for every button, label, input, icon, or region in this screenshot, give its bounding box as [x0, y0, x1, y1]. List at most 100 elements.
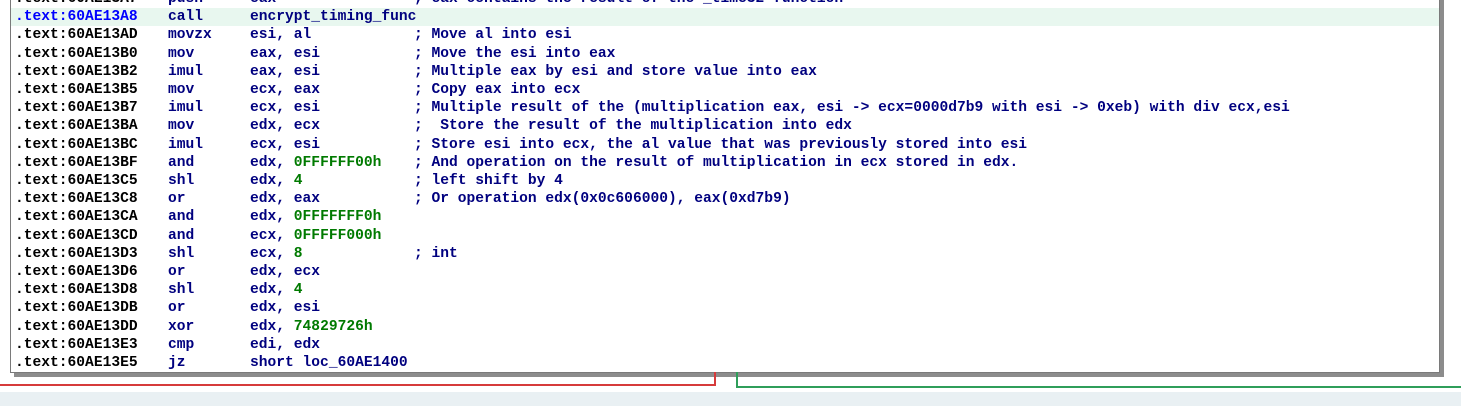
instruction-address[interactable]: .text:60AE13C8 — [15, 190, 138, 208]
instruction-mnemonic[interactable]: and — [168, 208, 194, 226]
instruction-address[interactable]: .text:60AE13BF — [15, 154, 138, 172]
instruction-operands[interactable]: edx, ecx — [250, 117, 320, 135]
operand-registers[interactable]: ecx, esi — [250, 137, 320, 153]
instruction-mnemonic[interactable]: xor — [168, 318, 194, 336]
operand-registers[interactable]: ecx, — [250, 228, 294, 244]
operand-registers[interactable]: edx, eax — [250, 191, 320, 207]
instruction-address[interactable]: .text:60AE13CA — [15, 208, 138, 226]
operand-registers[interactable]: edx, esi — [250, 300, 320, 316]
disassembly-block[interactable]: .text:60AE13A7 push eax ; eax contains the … — [10, 0, 1440, 373]
instruction-address[interactable]: .text:60AE13B0 — [15, 45, 138, 63]
operand-registers[interactable]: short loc_60AE1400 — [250, 355, 408, 371]
instruction-operands[interactable]: encrypt_timing_func — [250, 8, 416, 26]
operand-registers[interactable]: edx, ecx — [250, 118, 320, 134]
instruction-address[interactable]: .text:60AE13B5 — [15, 81, 138, 99]
instruction-operands[interactable]: edx, ecx — [250, 263, 320, 281]
instruction-operands[interactable]: edi, edx — [250, 336, 320, 354]
instruction-operands[interactable]: edx, 4 — [250, 281, 303, 299]
instruction-mnemonic[interactable]: push — [168, 0, 203, 8]
instruction-address[interactable]: .text:60AE13E5 — [15, 354, 138, 372]
immediate-value[interactable]: 4 — [294, 173, 303, 189]
instruction-row[interactable]: .text:60AE13E5 jz short loc_60AE1400 — [11, 354, 1439, 372]
instruction-address[interactable]: .text:60AE13A7 — [15, 0, 138, 8]
instruction-operands[interactable]: eax, esi — [250, 45, 320, 63]
instruction-row[interactable]: .text:60AE13AD movzx esi, al ; Move al into… — [11, 26, 1439, 44]
instruction-row[interactable]: .text:60AE13DB or edx, esi — [11, 299, 1439, 317]
instruction-mnemonic[interactable]: call — [168, 8, 203, 26]
instruction-address[interactable]: .text:60AE13AD — [15, 26, 138, 44]
instruction-address[interactable]: .text:60AE13BA — [15, 117, 138, 135]
instruction-operands[interactable]: edx, 0FFFFFFF0h — [250, 208, 381, 226]
immediate-value[interactable]: 0FFFFF000h — [294, 228, 382, 244]
immediate-value[interactable]: 4 — [294, 282, 303, 298]
instruction-mnemonic[interactable]: imul — [168, 63, 203, 81]
instruction-mnemonic[interactable]: shl — [168, 172, 194, 190]
instruction-address[interactable]: .text:60AE13E3 — [15, 336, 138, 354]
instruction-address[interactable]: .text:60AE13D8 — [15, 281, 138, 299]
instruction-mnemonic[interactable]: or — [168, 190, 186, 208]
immediate-value[interactable]: 8 — [294, 246, 303, 262]
instruction-operands[interactable]: edx, eax — [250, 190, 320, 208]
instruction-mnemonic[interactable]: imul — [168, 136, 203, 154]
instruction-row[interactable]: .text:60AE13B0 mov eax, esi ; Move the esi … — [11, 45, 1439, 63]
operand-registers[interactable]: ecx, — [250, 246, 294, 262]
instruction-row[interactable]: .text:60AE13A7 push eax ; eax contains the … — [11, 0, 1439, 8]
instruction-operands[interactable]: edx, esi — [250, 299, 320, 317]
operand-registers[interactable]: eax, esi — [250, 46, 320, 62]
instruction-row[interactable]: .text:60AE13D3 shl ecx, 8 ; int — [11, 245, 1439, 263]
instruction-address[interactable]: .text:60AE13DD — [15, 318, 138, 336]
instruction-address[interactable]: .text:60AE13D6 — [15, 263, 138, 281]
instruction-row[interactable]: .text:60AE13CA and edx, 0FFFFFFF0h — [11, 208, 1439, 226]
instruction-address[interactable]: .text:60AE13C5 — [15, 172, 138, 190]
instruction-row[interactable]: .text:60AE13CD and ecx, 0FFFFF000h — [11, 227, 1439, 245]
instruction-mnemonic[interactable]: jz — [168, 354, 186, 372]
operand-registers[interactable]: edx, — [250, 173, 294, 189]
instruction-mnemonic[interactable]: movzx — [168, 26, 212, 44]
operand-registers[interactable]: edx, — [250, 319, 294, 335]
immediate-value[interactable]: 0FFFFFF00h — [294, 155, 382, 171]
operand-registers[interactable]: eax — [250, 0, 276, 7]
instruction-operands[interactable]: esi, al — [250, 26, 311, 44]
instruction-address[interactable]: .text:60AE13B2 — [15, 63, 138, 81]
operand-registers[interactable]: edx, — [250, 209, 294, 225]
instruction-row[interactable]: .text:60AE13C5 shl edx, 4 ; left shift by 4 — [11, 172, 1439, 190]
operand-registers[interactable]: eax, esi — [250, 64, 320, 80]
instruction-operands[interactable]: edx, 74829726h — [250, 318, 373, 336]
instruction-row[interactable]: .text:60AE13D8 shl edx, 4 — [11, 281, 1439, 299]
instruction-row[interactable]: .text:60AE13B7 imul ecx, esi ; Multiple res… — [11, 99, 1439, 117]
instruction-mnemonic[interactable]: or — [168, 299, 186, 317]
instruction-operands[interactable]: edx, 0FFFFFF00h — [250, 154, 381, 172]
instruction-operands[interactable]: ecx, eax — [250, 81, 320, 99]
instruction-address[interactable]: .text:60AE13CD — [15, 227, 138, 245]
instruction-operands[interactable]: short loc_60AE1400 — [250, 354, 408, 372]
instruction-operands[interactable]: edx, 4 — [250, 172, 303, 190]
instruction-row[interactable]: .text:60AE13E3 cmp edi, edx — [11, 336, 1439, 354]
instruction-mnemonic[interactable]: mov — [168, 81, 194, 99]
instruction-operands[interactable]: ecx, 0FFFFF000h — [250, 227, 381, 245]
instruction-address[interactable]: .text:60AE13DB — [15, 299, 138, 317]
instruction-row[interactable]: .text:60AE13BA mov edx, ecx ; Store the res… — [11, 117, 1439, 135]
instruction-row[interactable]: .text:60AE13BF and edx, 0FFFFFF00h ; And op… — [11, 154, 1439, 172]
instruction-mnemonic[interactable]: mov — [168, 45, 194, 63]
instruction-mnemonic[interactable]: and — [168, 154, 194, 172]
instruction-operands[interactable]: ecx, esi — [250, 99, 320, 117]
instruction-row[interactable]: .text:60AE13BC imul ecx, esi ; Store esi in… — [11, 136, 1439, 154]
instruction-operands[interactable]: eax — [250, 0, 276, 8]
immediate-value[interactable]: 0FFFFFFF0h — [294, 209, 382, 225]
instruction-row[interactable]: .text:60AE13B2 imul eax, esi ; Multiple eax… — [11, 63, 1439, 81]
instruction-operands[interactable]: eax, esi — [250, 63, 320, 81]
instruction-mnemonic[interactable]: mov — [168, 117, 194, 135]
instruction-mnemonic[interactable]: shl — [168, 245, 194, 263]
immediate-value[interactable]: 74829726h — [294, 319, 373, 335]
instruction-address[interactable]: .text:60AE13D3 — [15, 245, 138, 263]
instruction-row[interactable]: .text:60AE13D6 or edx, ecx — [11, 263, 1439, 281]
operand-registers[interactable]: esi, al — [250, 27, 311, 43]
instruction-mnemonic[interactable]: cmp — [168, 336, 194, 354]
instruction-address[interactable]: .text:60AE13B7 — [15, 99, 138, 117]
operand-registers[interactable]: ecx, esi — [250, 100, 320, 116]
operand-registers[interactable]: edi, edx — [250, 337, 320, 353]
instruction-row[interactable]: .text:60AE13DD xor edx, 74829726h — [11, 318, 1439, 336]
operand-registers[interactable]: encrypt_timing_func — [250, 9, 416, 25]
instruction-address[interactable]: .text:60AE13A8 — [15, 8, 138, 26]
instruction-mnemonic[interactable]: imul — [168, 99, 203, 117]
